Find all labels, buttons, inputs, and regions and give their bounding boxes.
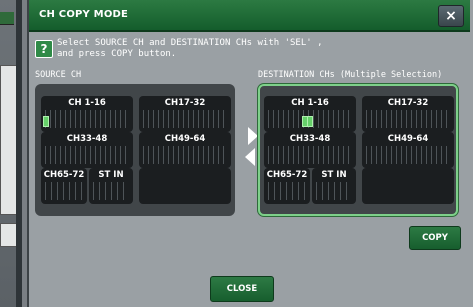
block-label: CH65-72 [43,170,85,180]
block-label: CH17-32 [164,98,206,108]
ch-copy-mode-dialog: CH COPY MODE × ? Select SOURCE CH and DE… [27,0,470,307]
instruction-line-1: Select SOURCE CH and DESTINATION CHs wit… [57,38,323,48]
block-label: CH49-64 [387,134,429,144]
channel-strips [366,146,450,164]
close-button[interactable]: CLOSE [210,276,274,302]
destination-channel-panel: CH 1-16 CH17-32 CH33-48 CH49-64 CH65-72 … [258,84,458,216]
sel-indicator [307,116,313,127]
background-window [0,0,22,307]
source-ch-label: SOURCE CH [35,70,82,80]
title-bar: CH COPY MODE × [29,0,470,32]
channel-strips [366,110,450,128]
source-block-empty [139,168,231,204]
dest-block-ch49-64[interactable]: CH49-64 [362,132,454,168]
dialog-title: CH COPY MODE [39,9,129,20]
source-block-ch49-64[interactable]: CH49-64 [139,132,231,168]
instruction-text: Select SOURCE CH and DESTINATION CHs wit… [57,38,323,60]
close-icon[interactable]: × [438,5,464,27]
background-edge [16,0,22,307]
source-block-ch65-72[interactable]: CH65-72 [41,168,87,204]
destination-ch-label: DESTINATION CHs (Multiple Selection) [258,70,443,80]
dest-block-ch17-32[interactable]: CH17-32 [362,96,454,132]
source-block-ch1-16[interactable]: CH 1-16 [41,96,133,132]
copy-button[interactable]: COPY [409,226,461,250]
block-label: ST IN [98,170,124,180]
background-strip [0,12,14,25]
sel-indicator [43,116,49,127]
dest-block-empty [362,168,454,204]
arrow-right-icon [248,127,258,145]
source-block-st-in[interactable]: ST IN [89,168,133,204]
block-label: ST IN [321,170,347,180]
channel-strips [45,146,129,164]
block-label: CH49-64 [164,134,206,144]
block-label: CH33-48 [66,134,108,144]
dest-block-ch1-16[interactable]: CH 1-16 [264,96,356,132]
channel-strips [143,110,227,128]
channel-strips [268,182,306,200]
block-label: CH17-32 [387,98,429,108]
dest-block-st-in[interactable]: ST IN [312,168,356,204]
dest-block-ch33-48[interactable]: CH33-48 [264,132,356,168]
arrow-left-icon [245,148,255,166]
source-block-ch33-48[interactable]: CH33-48 [41,132,133,168]
instruction-line-2: and press COPY button. [57,49,177,59]
source-channel-panel: CH 1-16 CH17-32 CH33-48 CH49-64 CH65-72 … [35,84,235,216]
channel-strips [93,182,129,200]
block-label: CH65-72 [266,170,308,180]
dest-block-ch65-72[interactable]: CH65-72 [264,168,310,204]
block-label: CH 1-16 [68,98,106,108]
channel-strips [143,146,227,164]
help-icon: ? [35,40,53,58]
channel-strips [45,110,129,128]
channel-strips [268,146,352,164]
block-label: CH33-48 [289,134,331,144]
channel-strips [316,182,352,200]
block-label: CH 1-16 [291,98,329,108]
source-block-ch17-32[interactable]: CH17-32 [139,96,231,132]
channel-strips [45,182,83,200]
